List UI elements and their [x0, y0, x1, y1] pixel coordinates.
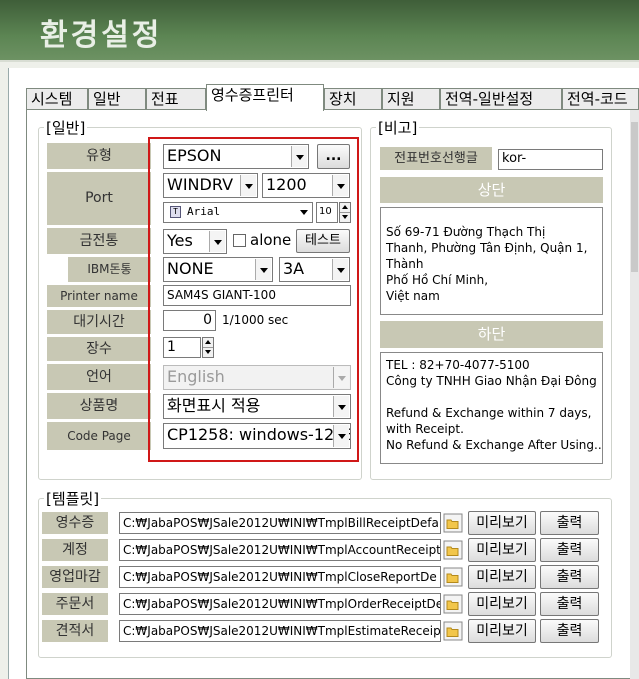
folder-icon[interactable]: [443, 567, 463, 587]
window-title: 환경설정: [40, 18, 163, 53]
tab-receipt-printer[interactable]: 영수증프린터: [206, 84, 324, 111]
tab-system[interactable]: 시스템: [26, 88, 88, 110]
header-label: 상단: [380, 177, 603, 203]
tab-support[interactable]: 지원: [382, 88, 440, 110]
template-label: 영업마감: [42, 566, 108, 588]
type-label: 유형: [47, 143, 151, 169]
header-text[interactable]: Số 69-71 Đường Thạch Thị Thanh, Phường T…: [380, 207, 603, 315]
scrollbar-thumb[interactable]: [631, 122, 638, 272]
slip-prefix-label: 전표번호선행글: [380, 147, 492, 170]
remarks-group-label: [비고]: [376, 117, 420, 138]
template-label: 영수증: [42, 512, 108, 534]
ibm-drawer-label: IBM돈통: [68, 257, 151, 282]
preview-button[interactable]: 미리보기: [468, 619, 536, 643]
tab-global-general[interactable]: 전역-일반설정: [440, 88, 562, 110]
templates-group-label: [템플릿]: [44, 488, 102, 509]
print-button[interactable]: 출력: [540, 592, 599, 616]
language-label: 언어: [47, 364, 151, 390]
wait-time-label: 대기시간: [47, 310, 151, 334]
footer-text[interactable]: TEL : 82+70-4077-5100 Công ty TNHH Giao …: [380, 352, 603, 464]
preview-button[interactable]: 미리보기: [468, 538, 536, 562]
template-path-input[interactable]: C:₩JabaPOS₩JSale2012U₩INI₩TmplBillReceip…: [119, 512, 441, 534]
tab-general[interactable]: 일반: [88, 88, 146, 110]
tab-slip[interactable]: 전표: [146, 88, 206, 110]
print-button[interactable]: 출력: [540, 511, 599, 535]
footer-label: 하단: [380, 321, 603, 348]
port-label: Port: [47, 172, 151, 225]
print-button[interactable]: 출력: [540, 538, 599, 562]
product-name-label: 상품명: [47, 393, 151, 419]
preview-button[interactable]: 미리보기: [468, 592, 536, 616]
folder-icon[interactable]: [443, 513, 463, 533]
template-label: 계정: [42, 539, 108, 561]
folder-icon[interactable]: [443, 540, 463, 560]
folder-icon[interactable]: [443, 594, 463, 614]
tab-device[interactable]: 장치: [324, 88, 382, 110]
tab-global-code[interactable]: 전역-코드: [562, 88, 639, 110]
highlight-box: [148, 137, 359, 462]
template-path-input[interactable]: C:₩JabaPOS₩JSale2012U₩INI₩TmplCloseRepor…: [119, 566, 441, 588]
print-button[interactable]: 출력: [540, 619, 599, 643]
preview-button[interactable]: 미리보기: [468, 565, 536, 589]
folder-icon[interactable]: [443, 621, 463, 641]
preview-button[interactable]: 미리보기: [468, 511, 536, 535]
title-bar: 환경설정: [0, 0, 639, 60]
cash-drawer-label: 금전통: [47, 228, 151, 254]
template-label: 주문서: [42, 593, 108, 615]
code-page-label: Code Page: [47, 422, 151, 450]
template-path-input[interactable]: C:₩JabaPOS₩JSale2012U₩INI₩TmplEstimateRe…: [119, 620, 441, 642]
general-group-label: [일반]: [44, 117, 88, 138]
vertical-scrollbar[interactable]: [630, 110, 639, 679]
template-label: 견적서: [42, 620, 108, 642]
printer-name-label: Printer name: [47, 285, 151, 307]
copies-label: 장수: [47, 337, 151, 361]
slip-prefix-input[interactable]: kor-: [498, 149, 603, 170]
template-path-input[interactable]: C:₩JabaPOS₩JSale2012U₩INI₩TmplAccountRec…: [119, 539, 441, 561]
print-button[interactable]: 출력: [540, 565, 599, 589]
template-path-input[interactable]: C:₩JabaPOS₩JSale2012U₩INI₩TmplOrderRecei…: [119, 593, 441, 615]
